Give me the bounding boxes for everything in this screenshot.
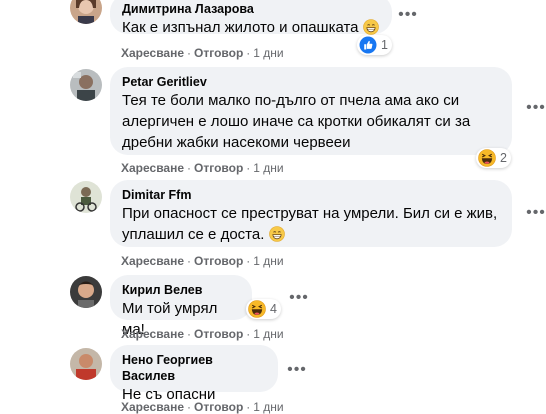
comment-author[interactable]: Petar Geritliev	[122, 74, 500, 90]
reply-button[interactable]: Отговор	[194, 327, 243, 341]
comment-bubble: Димитрина Лазарова Как е изпънал жилото …	[110, 0, 392, 36]
comment-author[interactable]: Кирил Велев	[122, 282, 240, 298]
comment-author[interactable]: Нено Георгиев Василев	[122, 352, 266, 384]
haha-icon	[248, 300, 266, 318]
comment-author[interactable]: Dimitar Ffm	[122, 187, 500, 203]
like-button[interactable]: Харесване	[121, 161, 184, 175]
like-button[interactable]: Харесване	[121, 327, 184, 341]
reaction-summary[interactable]: 1	[357, 35, 392, 55]
comment-bubble: Кирил Велев Ми той умрял ма!	[110, 275, 252, 338]
comment-text-line: уплашил се е доста.	[122, 224, 500, 245]
comment-actions: Харесване · Отговор · 1 дни	[121, 254, 284, 268]
like-button[interactable]: Харесване	[121, 400, 184, 414]
comment-actions: Харесване · Отговор · 1 дни	[121, 46, 284, 60]
separator: ·	[187, 161, 192, 175]
more-options-icon[interactable]: •••	[289, 290, 309, 313]
avatar[interactable]	[70, 348, 102, 380]
comment-text-line-1: При опасност се преструват на умрели. Би…	[122, 205, 498, 222]
separator: ·	[187, 400, 192, 414]
avatar[interactable]	[70, 69, 102, 101]
reply-button[interactable]: Отговор	[194, 400, 243, 414]
comment-bubble: Dimitar Ffm При опасност се преструват н…	[110, 180, 512, 247]
more-options-icon[interactable]: •••	[287, 362, 307, 385]
reply-button[interactable]: Отговор	[194, 46, 243, 60]
separator: ·	[246, 46, 251, 60]
comment-text-line-2: алергичен е лошо иначе са кротки обикаля…	[122, 113, 471, 130]
comment-author[interactable]: Димитрина Лазарова	[122, 1, 380, 17]
avatar[interactable]	[70, 181, 102, 213]
comment-age[interactable]: 1 дни	[253, 161, 283, 175]
like-icon	[359, 36, 377, 54]
separator: ·	[187, 254, 192, 268]
separator: ·	[246, 161, 251, 175]
reaction-summary[interactable]: 2	[476, 148, 511, 168]
more-options-icon[interactable]: •••	[526, 205, 546, 228]
comment-text-line-1: Тея те боли малко по-дълго от пчела ама …	[122, 92, 460, 109]
comment-text: Как е изпънал жилото и опашката	[122, 19, 359, 36]
comment-age[interactable]: 1 дни	[253, 400, 283, 414]
more-options-icon[interactable]: •••	[526, 100, 546, 123]
comment-text-line: Как е изпънал жилото и опашката	[122, 17, 380, 38]
comment-age[interactable]: 1 дни	[253, 46, 283, 60]
reaction-count: 1	[381, 38, 388, 52]
comment-age[interactable]: 1 дни	[253, 254, 283, 268]
reaction-summary[interactable]: 4	[246, 299, 281, 319]
comment-actions: Харесване · Отговор · 1 дни	[121, 161, 284, 175]
reply-button[interactable]: Отговор	[194, 254, 243, 268]
avatar[interactable]	[70, 0, 102, 24]
separator: ·	[187, 327, 192, 341]
comment-age[interactable]: 1 дни	[253, 327, 283, 341]
separator: ·	[187, 46, 192, 60]
reaction-count: 2	[500, 151, 507, 165]
reply-button[interactable]: Отговор	[194, 161, 243, 175]
comment-bubble: Нено Георгиев Василев Не съ опасни	[110, 345, 278, 403]
like-button[interactable]: Харесване	[121, 254, 184, 268]
comment-actions: Харесване · Отговор · 1 дни	[121, 400, 284, 414]
comment-text-line-3: дребни жабки насекоми червееи	[122, 134, 351, 151]
like-button[interactable]: Харесване	[121, 46, 184, 60]
avatar[interactable]	[70, 276, 102, 308]
comment-text-line-2: уплашил се е доста.	[122, 226, 265, 243]
separator: ·	[246, 327, 251, 341]
separator: ·	[246, 400, 251, 414]
more-options-icon[interactable]: •••	[398, 7, 418, 30]
separator: ·	[246, 254, 251, 268]
reaction-count: 4	[270, 302, 277, 316]
grinning-emoji-icon	[268, 226, 285, 242]
haha-icon	[478, 149, 496, 167]
grinning-emoji-icon	[362, 19, 379, 35]
comment-actions: Харесване · Отговор · 1 дни	[121, 327, 284, 341]
comment-bubble: Petar Geritliev Тея те боли малко по-дъл…	[110, 67, 512, 155]
